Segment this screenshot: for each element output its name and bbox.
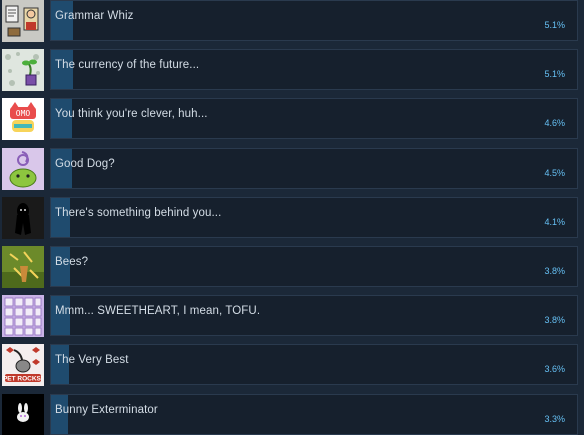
svg-text:OMO: OMO	[16, 109, 31, 118]
achievement-row[interactable]: There's something behind you... 4.1%	[0, 197, 584, 241]
bees-icon	[2, 246, 44, 288]
achievement-row[interactable]: The currency of the future... 5.1%	[0, 49, 584, 93]
achievement-title: The Very Best	[55, 354, 129, 366]
achievement-progress-panel: Bees? 3.8%	[50, 246, 578, 287]
achievement-progress-panel: Grammar Whiz 5.1%	[50, 0, 578, 41]
grammar-whiz-icon	[2, 0, 44, 42]
achievement-list: Grammar Whiz 5.1% The currency of the fut…	[0, 0, 584, 435]
achievement-title: Good Dog?	[55, 158, 115, 170]
pet-rocks-icon: PET ROCKS!	[2, 344, 44, 386]
achievement-row[interactable]: Bees? 3.8%	[0, 246, 584, 290]
achievement-progress-panel: Good Dog? 4.5%	[50, 148, 578, 189]
achievement-title: Bees?	[55, 256, 89, 268]
unlock-percent: 4.5%	[544, 168, 565, 178]
achievement-row[interactable]: Mmm... SWEETHEART, I mean, TOFU. 3.8%	[0, 295, 584, 339]
achievement-title: Mmm... SWEETHEART, I mean, TOFU.	[55, 305, 261, 317]
currency-icon	[2, 49, 44, 91]
shadow-figure-icon	[2, 197, 44, 239]
pet-rocks-label: PET ROCKS!	[3, 376, 43, 383]
achievement-title: You think you're clever, huh...	[55, 108, 208, 120]
achievement-progress-panel: You think you're clever, huh... 4.6%	[50, 98, 578, 139]
unlock-percent: 5.1%	[544, 20, 565, 30]
achievement-title: Grammar Whiz	[55, 10, 134, 22]
achievement-title: The currency of the future...	[55, 59, 200, 71]
achievement-title: There's something behind you...	[55, 207, 222, 219]
unlock-percent: 3.3%	[544, 414, 565, 424]
unlock-percent: 4.1%	[544, 217, 565, 227]
unlock-percent: 4.6%	[544, 118, 565, 128]
achievement-progress-panel: The currency of the future... 5.1%	[50, 49, 578, 90]
achievement-title: Bunny Exterminator	[55, 404, 158, 416]
achievement-progress-panel: Mmm... SWEETHEART, I mean, TOFU. 3.8%	[50, 295, 578, 336]
bunny-icon	[2, 394, 44, 435]
achievement-progress-panel: The Very Best 3.6%	[50, 344, 578, 385]
unlock-percent: 3.8%	[544, 315, 565, 325]
clever-cat-icon: OMO	[2, 98, 44, 140]
good-dog-icon	[2, 148, 44, 190]
achievement-row[interactable]: Bunny Exterminator 3.3%	[0, 394, 584, 435]
achievement-row[interactable]: Grammar Whiz 5.1%	[0, 0, 584, 44]
unlock-percent: 3.8%	[544, 266, 565, 276]
achievement-progress-panel: Bunny Exterminator 3.3%	[50, 394, 578, 435]
achievement-row[interactable]: PET ROCKS! The Very Best 3.6%	[0, 344, 584, 388]
achievement-progress-panel: There's something behind you... 4.1%	[50, 197, 578, 238]
achievement-row[interactable]: Good Dog? 4.5%	[0, 148, 584, 192]
unlock-percent: 5.1%	[544, 69, 565, 79]
achievement-row[interactable]: OMO You think you're clever, huh... 4.6%	[0, 98, 584, 142]
unlock-percent: 3.6%	[544, 364, 565, 374]
tofu-icon	[2, 295, 44, 337]
